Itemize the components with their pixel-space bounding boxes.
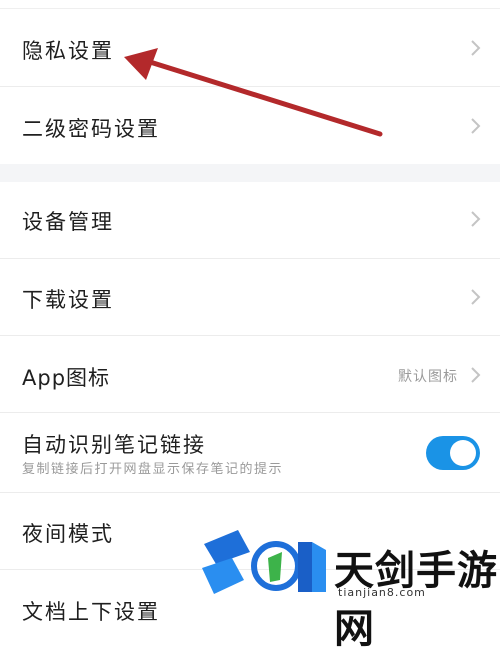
- settings-item-label: 二级密码设置: [22, 117, 160, 141]
- settings-item-privacy[interactable]: 隐私设置: [0, 9, 500, 87]
- settings-item-description: 复制链接后打开网盘显示保存笔记的提示: [22, 462, 284, 477]
- settings-item-label: 文档上下设置: [22, 600, 160, 624]
- chevron-right-icon: [471, 289, 481, 305]
- settings-item-app-icon[interactable]: App图标 默认图标: [0, 336, 500, 413]
- settings-item-label: 夜间模式: [22, 522, 114, 546]
- app-icon-current-value: 默认图标: [398, 369, 458, 385]
- toggle-knob: [450, 440, 476, 466]
- brand-logo-icon: [202, 530, 326, 594]
- settings-item-auto-detect-note-links: 自动识别笔记链接 复制链接后打开网盘显示保存笔记的提示: [0, 413, 500, 493]
- chevron-right-icon: [471, 40, 481, 56]
- chevron-right-icon: [471, 211, 481, 227]
- section-separator: [0, 164, 500, 182]
- watermark-url: tianjian8.com: [338, 586, 426, 599]
- settings-item-label: 下载设置: [22, 288, 114, 312]
- chevron-right-icon: [471, 367, 481, 383]
- settings-item-secondary-password[interactable]: 二级密码设置: [0, 87, 500, 164]
- settings-item-label: 设备管理: [22, 210, 114, 234]
- watermark: 天剑手游网 tianjian8.com: [198, 528, 500, 652]
- chevron-right-icon: [471, 118, 481, 134]
- settings-item-label: 自动识别笔记链接: [22, 433, 206, 457]
- settings-item-label: 隐私设置: [22, 39, 114, 63]
- settings-item-device-management[interactable]: 设备管理: [0, 182, 500, 259]
- settings-item-label: App图标: [22, 366, 111, 390]
- auto-detect-links-toggle[interactable]: [426, 436, 480, 470]
- settings-item-download[interactable]: 下载设置: [0, 259, 500, 336]
- top-divider: [0, 0, 500, 9]
